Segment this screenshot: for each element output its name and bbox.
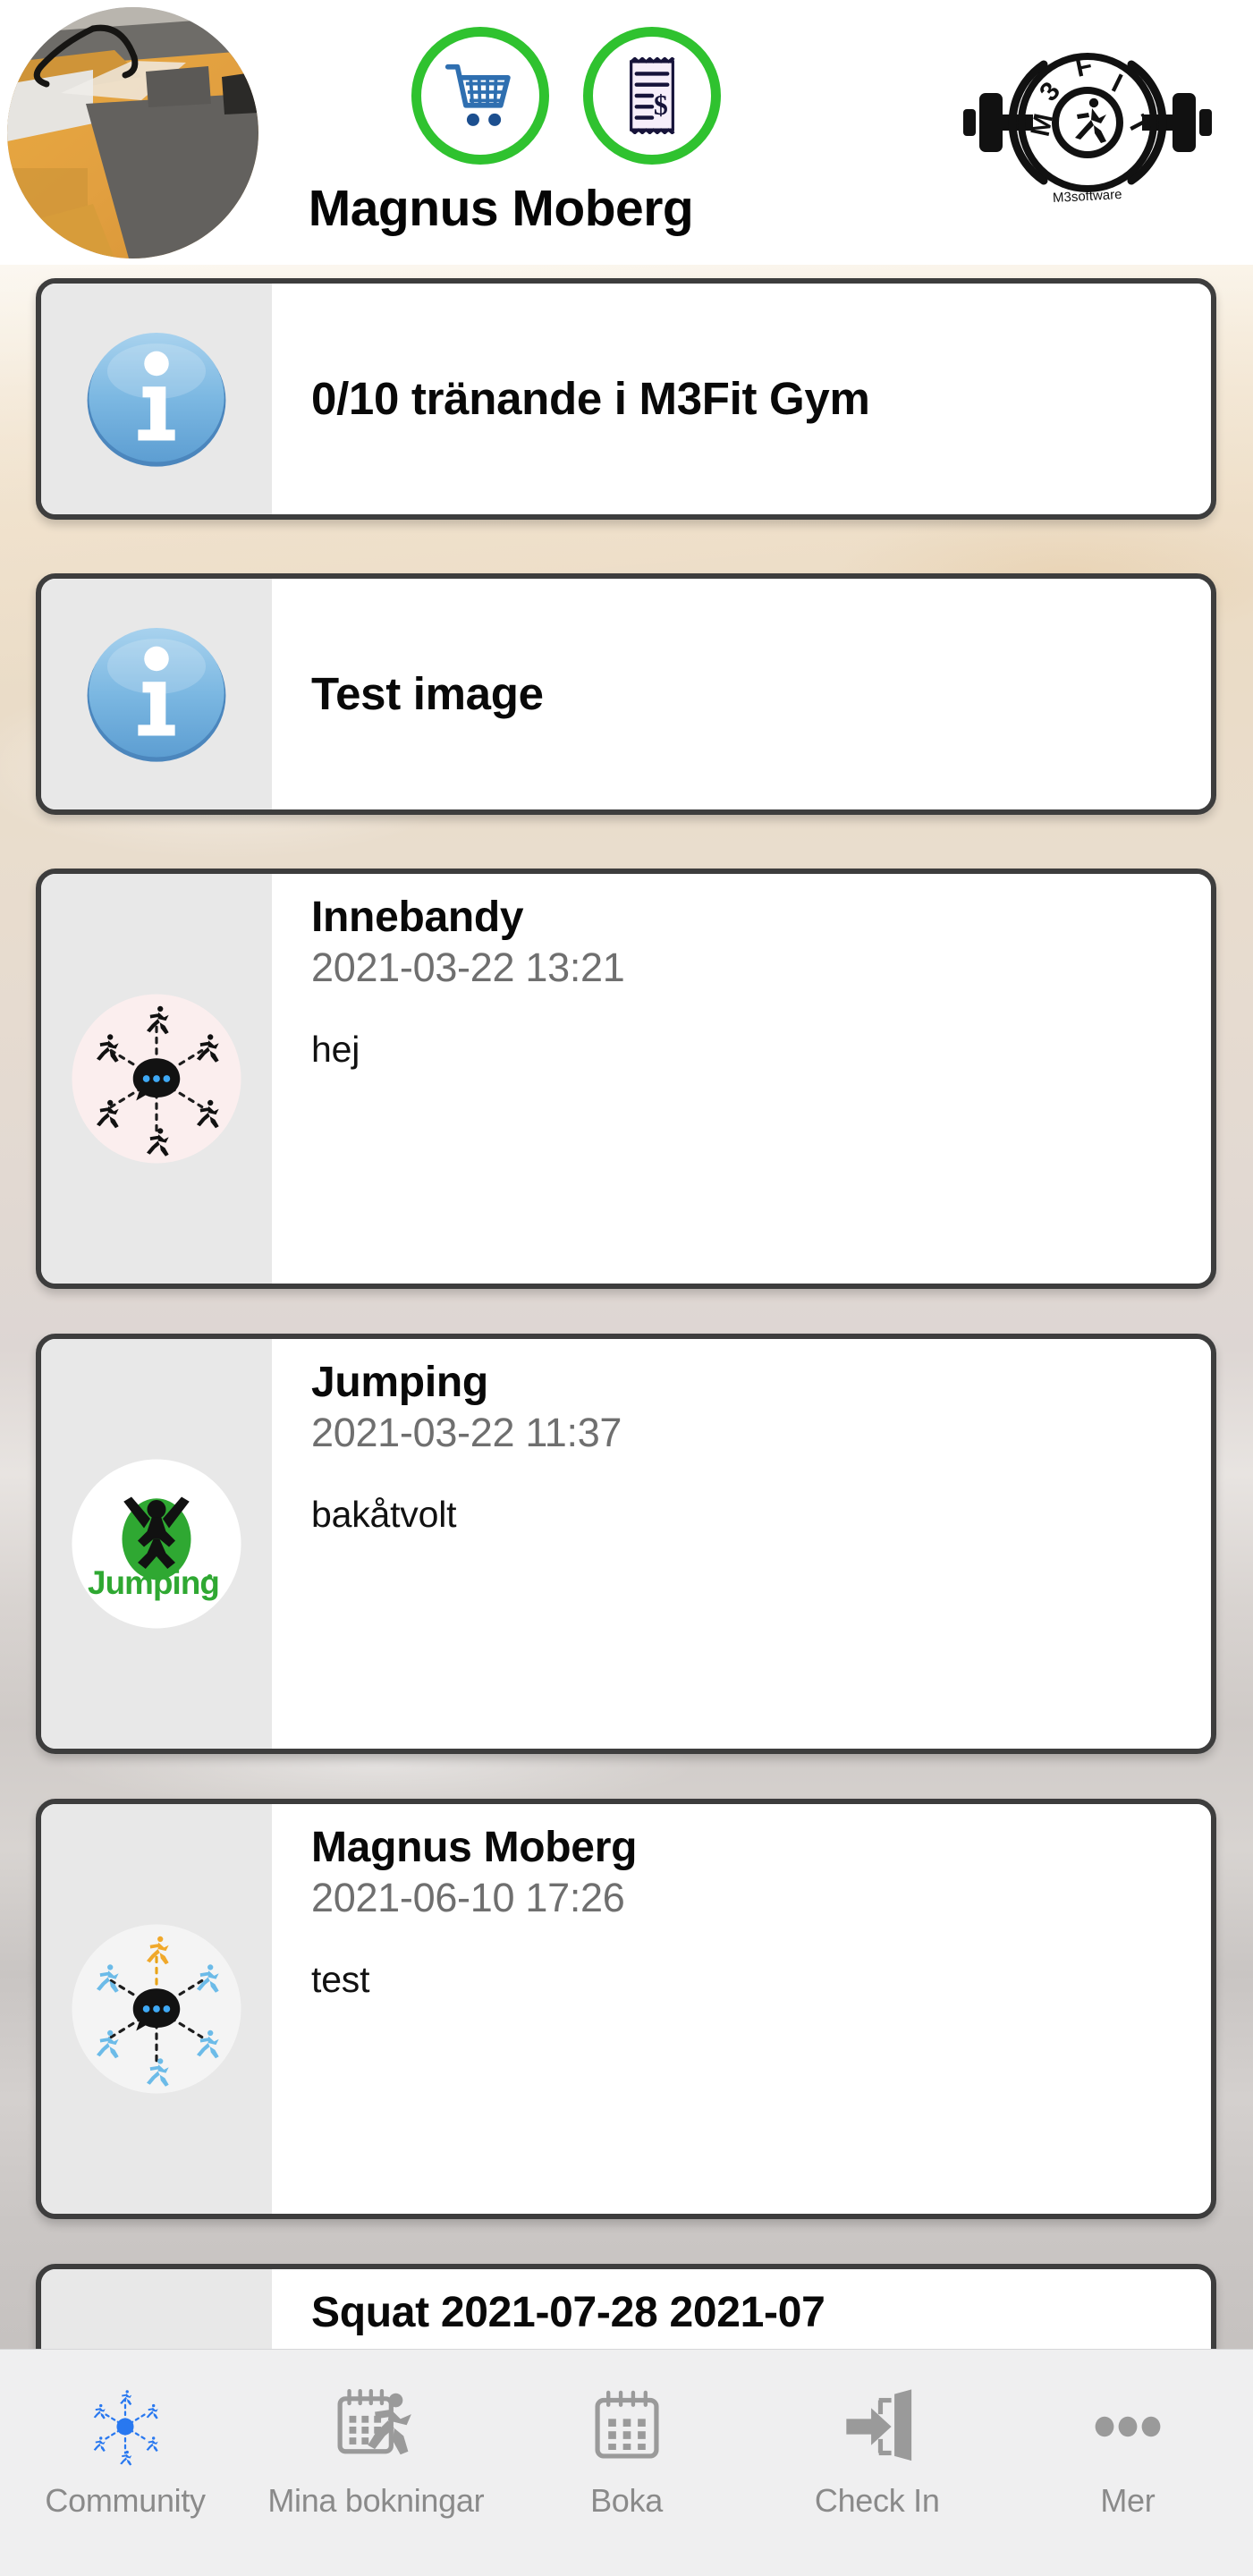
- card-body: Jumping 2021-03-22 11:37 bakåtvolt: [272, 1339, 1211, 1749]
- community-icon-blue: [72, 1924, 241, 2094]
- app-root: $ Magnus Moberg M 3 F I T M3software 0/1…: [0, 0, 1253, 2576]
- list-item[interactable]: Squat 2021-07-28 2021-07: [36, 2264, 1216, 2349]
- card-icon-slot: [41, 579, 272, 809]
- card-title: Magnus Moberg: [311, 1824, 638, 1871]
- tab-mina-bokningar[interactable]: Mina bokningar: [250, 2350, 501, 2576]
- tab-label: Mina bokningar: [267, 2482, 485, 2519]
- card-title: Jumping: [311, 1359, 488, 1406]
- bottom-tab-bar: Community Mina bokningar Boka Check In M…: [0, 2349, 1253, 2576]
- card-timestamp: 2021-06-10 17:26: [311, 1874, 625, 1920]
- card-title: Test image: [311, 668, 544, 720]
- list-item[interactable]: Jumping Jumping 2021-03-22 11:37 bakåtvo…: [36, 1334, 1216, 1754]
- calendar-icon: [594, 2390, 659, 2459]
- tab-label: Check In: [814, 2482, 940, 2519]
- card-body: Test image: [272, 579, 1211, 809]
- tab-label: Boka: [590, 2482, 663, 2519]
- tab-icon-slot: [580, 2380, 673, 2473]
- calendar-runner-icon: [337, 2388, 412, 2455]
- svg-text:Jumping: Jumping: [88, 1564, 219, 1601]
- community-feed-list[interactable]: 0/10 tränande i M3Fit Gym Test image Inn…: [0, 265, 1253, 2349]
- card-icon-slot: [41, 2269, 272, 2349]
- card-title: 0/10 tränande i M3Fit Gym: [311, 373, 870, 425]
- tab-mer[interactable]: Mer: [1003, 2350, 1253, 2576]
- more-dots-icon: [1095, 2416, 1161, 2437]
- svg-text:I: I: [1107, 69, 1127, 98]
- tab-boka[interactable]: Boka: [501, 2350, 751, 2576]
- card-body: Squat 2021-07-28 2021-07: [272, 2269, 1211, 2349]
- jumping-logo-icon: Jumping: [72, 1459, 241, 1629]
- shopping-cart-icon: [444, 64, 511, 126]
- app-header: $ Magnus Moberg M 3 F I T M3software: [0, 0, 1253, 265]
- card-timestamp: 2021-03-22 11:37: [311, 1409, 622, 1455]
- receipt-button[interactable]: $: [583, 27, 721, 165]
- info-icon: [87, 628, 226, 762]
- card-body: 0/10 tränande i M3Fit Gym: [272, 284, 1211, 514]
- tab-icon-slot: [831, 2380, 924, 2473]
- header-action-icons: $: [411, 27, 721, 165]
- card-message: test: [311, 1958, 370, 2000]
- list-item[interactable]: Magnus Moberg 2021-06-10 17:26 test: [36, 1799, 1216, 2219]
- brand-text: M3software: [1053, 187, 1122, 206]
- card-icon-slot: [41, 284, 272, 514]
- card-body: Magnus Moberg 2021-06-10 17:26 test: [272, 1804, 1211, 2214]
- tab-icon-slot: [1081, 2380, 1174, 2473]
- tab-icon-slot: [329, 2380, 422, 2473]
- card-message: hej: [311, 1028, 360, 1070]
- receipt-dollar-icon: $: [630, 57, 675, 134]
- card-icon-slot: Jumping: [41, 1339, 272, 1749]
- brand-logo: M 3 F I T M3software: [958, 38, 1217, 208]
- card-icon-slot: [41, 874, 272, 1284]
- shopping-cart-button[interactable]: [411, 27, 549, 165]
- community-icon-dark: [72, 994, 241, 1164]
- info-icon: [87, 333, 226, 467]
- card-icon-slot: [41, 1804, 272, 2214]
- list-item[interactable]: Test image: [36, 573, 1216, 815]
- tab-icon-slot: [79, 2380, 172, 2473]
- card-title: Squat 2021-07-28 2021-07: [311, 2289, 825, 2336]
- card-body: Innebandy 2021-03-22 13:21 hej: [272, 874, 1211, 1284]
- tab-check-in[interactable]: Check In: [752, 2350, 1003, 2576]
- svg-text:$: $: [654, 89, 668, 121]
- tab-community[interactable]: Community: [0, 2350, 250, 2576]
- list-item[interactable]: 0/10 tränande i M3Fit Gym: [36, 278, 1216, 520]
- card-message: bakåtvolt: [311, 1493, 457, 1535]
- page-title: Magnus Moberg: [308, 180, 694, 237]
- tab-label: Mer: [1100, 2482, 1156, 2519]
- card-timestamp: 2021-03-22 13:21: [311, 944, 625, 990]
- community-network-icon: [93, 2390, 158, 2466]
- list-item[interactable]: Innebandy 2021-03-22 13:21 hej: [36, 869, 1216, 1289]
- tab-label: Community: [45, 2482, 206, 2519]
- check-in-door-icon: [846, 2389, 911, 2462]
- m3fit-logo: M 3 F I T M3software: [963, 51, 1212, 206]
- card-title: Innebandy: [311, 894, 524, 941]
